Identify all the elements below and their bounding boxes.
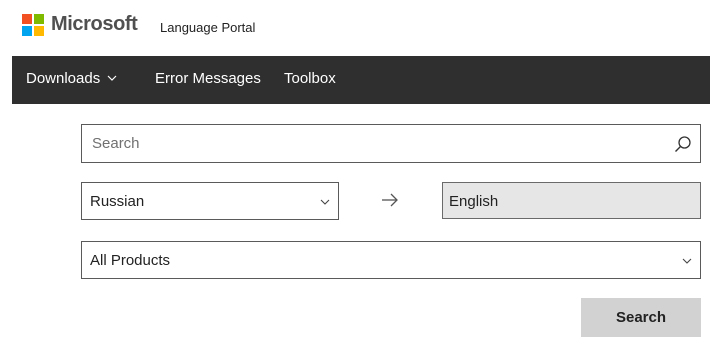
logo-red-square (22, 14, 32, 24)
nav-item-error-messages[interactable]: Error Messages (155, 70, 261, 87)
search-input[interactable] (82, 125, 662, 162)
arrow-right-icon (382, 193, 398, 207)
microsoft-logo-icon[interactable] (22, 14, 44, 36)
chevron-down-icon (320, 199, 330, 205)
logo-yellow-square (34, 26, 44, 36)
source-language-value: Russian (90, 193, 145, 210)
nav-bar: Downloads Error Messages Toolbox (12, 56, 710, 104)
nav-item-label: Toolbox (284, 70, 336, 87)
chevron-down-icon (682, 258, 692, 264)
product-select[interactable]: All Products (81, 241, 701, 279)
target-language-value: English (449, 193, 499, 210)
brand-name[interactable]: Microsoft (51, 13, 138, 36)
nav-item-downloads[interactable]: Downloads (26, 70, 117, 87)
chevron-down-icon (107, 75, 117, 81)
search-icon[interactable] (674, 135, 692, 153)
product-value: All Products (90, 252, 171, 269)
search-button[interactable]: Search (581, 298, 701, 337)
portal-title[interactable]: Language Portal (160, 20, 255, 35)
target-language-field: English (442, 182, 701, 219)
nav-item-toolbox[interactable]: Toolbox (284, 70, 336, 87)
logo-green-square (34, 14, 44, 24)
nav-item-label: Downloads (26, 70, 101, 87)
logo-blue-square (22, 26, 32, 36)
search-box (81, 124, 701, 163)
source-language-select[interactable]: Russian (81, 182, 339, 220)
site-header: Microsoft Language Portal (0, 0, 710, 56)
nav-item-label: Error Messages (155, 70, 261, 87)
